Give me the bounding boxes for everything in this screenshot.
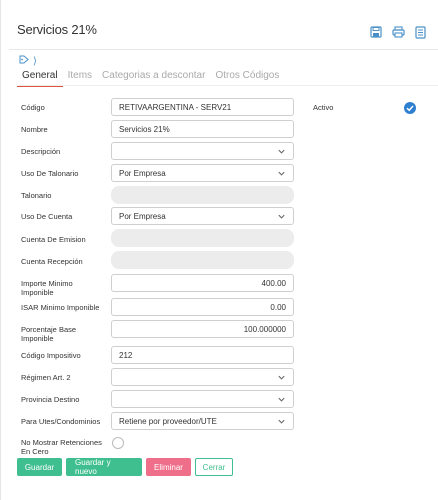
tabs-divider xyxy=(17,85,438,86)
regimen-label: Régimen Art. 2 xyxy=(21,373,71,382)
codigo-impositivo-label: Código Impositivo xyxy=(21,351,81,360)
toolbar xyxy=(369,24,438,40)
cuenta-recepcion-field xyxy=(111,251,294,269)
utes-label: Para Utes/Condominios xyxy=(21,417,101,426)
page-title: Servicios 21% xyxy=(17,22,97,37)
chevron-down-icon xyxy=(278,171,285,176)
codigo-field[interactable]: RETIVAARGENTINA - SERV21 xyxy=(111,98,294,116)
uso-talonario-value: Por Empresa xyxy=(119,168,166,178)
uso-cuenta-label: Uso De Cuenta xyxy=(21,212,73,221)
chevron-down-icon xyxy=(278,419,285,424)
no-mostrar-toggle[interactable] xyxy=(112,437,124,449)
codigo-label: Código xyxy=(21,103,45,112)
print-icon[interactable] xyxy=(391,24,405,40)
chevron-down-icon xyxy=(278,375,285,380)
tag-row: ⟩ xyxy=(19,55,37,67)
tag-icon[interactable] xyxy=(19,55,29,67)
save-icon[interactable] xyxy=(369,24,383,40)
guardar-y-nuevo-button[interactable]: Guardar y nuevo xyxy=(66,458,142,476)
utes-value: Retiene por proveedor/UTE xyxy=(119,416,217,426)
action-buttons: Guardar Guardar y nuevo Eliminar Cerrar xyxy=(17,458,233,476)
cuenta-emision-label: Cuenta De Emision xyxy=(21,235,86,244)
provincia-label: Provincia Destino xyxy=(21,395,80,404)
guardar-button[interactable]: Guardar xyxy=(17,458,62,476)
provincia-select[interactable] xyxy=(111,390,294,408)
chevron-down-icon xyxy=(278,214,285,219)
utes-select[interactable]: Retiene por proveedor/UTE xyxy=(111,412,294,430)
cerrar-button[interactable]: Cerrar xyxy=(195,458,233,476)
uso-cuenta-value: Por Empresa xyxy=(119,211,166,221)
cuenta-emision-field xyxy=(111,229,294,247)
isar-minimo-field[interactable]: 0.00 xyxy=(111,298,294,316)
activo-check-icon[interactable] xyxy=(404,101,416,114)
uso-talonario-label: Uso De Talonario xyxy=(21,169,79,178)
codigo-impositivo-field[interactable]: 212 xyxy=(111,346,294,364)
eliminar-button[interactable]: Eliminar xyxy=(146,458,191,476)
activo-label: Activo xyxy=(313,103,334,112)
porcentaje-base-field[interactable]: 100.000000 xyxy=(111,320,294,338)
document-icon[interactable] xyxy=(413,24,427,40)
no-mostrar-label: No Mostrar Retenciones En Cero xyxy=(21,438,102,456)
record-panel: Servicios 21% ⟩ General Items Categorias… xyxy=(0,0,438,500)
descripcion-label: Descripción xyxy=(21,147,61,156)
header-divider xyxy=(9,49,438,50)
talonario-field xyxy=(111,186,294,204)
chevron-down-icon xyxy=(278,149,285,154)
importe-minimo-field[interactable]: 400.00 xyxy=(111,274,294,292)
uso-talonario-select[interactable]: Por Empresa xyxy=(111,164,294,182)
isar-minimo-label: ISAR Minimo Imponible xyxy=(21,303,100,312)
nombre-label: Nombre xyxy=(21,125,48,134)
regimen-select[interactable] xyxy=(111,368,294,386)
chevron-down-icon xyxy=(278,397,285,402)
descripcion-select[interactable] xyxy=(111,142,294,160)
tag-arrow-icon[interactable]: ⟩ xyxy=(33,56,37,67)
porcentaje-base-label: Porcentaje Base Imponible xyxy=(21,325,77,343)
importe-minimo-label: Importe Minimo Imponible xyxy=(21,279,73,297)
talonario-label: Talonario xyxy=(21,191,52,200)
nombre-field[interactable]: Servicios 21% xyxy=(111,120,294,138)
uso-cuenta-select[interactable]: Por Empresa xyxy=(111,207,294,225)
cuenta-recepcion-label: Cuenta Recepción xyxy=(21,257,83,266)
